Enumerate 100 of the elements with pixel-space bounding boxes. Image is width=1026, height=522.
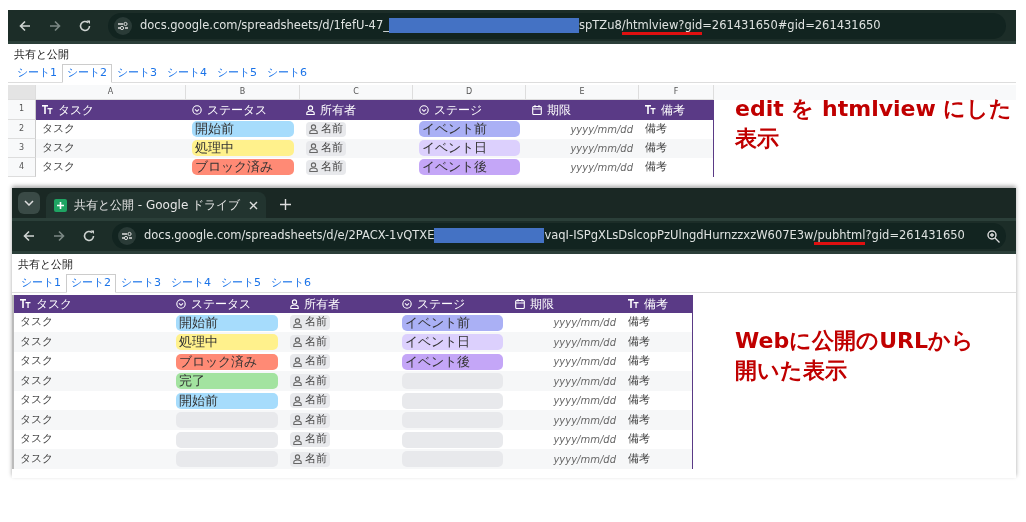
person-icon [309,162,318,173]
url-text: docs.google.com/spreadsheets/d/e/2PACX-1vQTXE vaqI-ISPgXLsDslcopPzUlngdHurnzzxzW607E3w/pubhtml?gid=261431650 [144,227,965,245]
row-number[interactable]: 1 [8,99,36,120]
site-settings-button[interactable] [114,16,132,35]
address-field[interactable]: docs.google.com/spreadsheets/d/e/2PACX-1vQTXE vaqI-ISPgXLsDslcopPzUlngdHurnzzxzW607E3w/pubhtml?gid=261431650 [112,223,1006,249]
table-cell-text: yyyy/mm/dd [552,413,617,428]
table-cell-text: タスク [19,372,54,389]
person-icon [290,298,299,309]
column-letter[interactable]: F [639,84,714,100]
sheet-tab[interactable]: シート2 [62,63,112,83]
reload-icon[interactable] [78,18,92,33]
column-letter[interactable]: D [413,84,526,100]
url-text: docs.google.com/spreadsheets/d/1fefU-47_ spTZu8/htmlview?gid=261431650#gid=261431650 [140,16,881,35]
close-icon[interactable] [249,200,258,210]
sheet-tab[interactable]: シート5 [216,273,266,292]
column-heading: ステージ [417,295,465,313]
table-cell-text: タスク [41,121,76,137]
sheet-tab[interactable]: シート3 [116,273,166,292]
stage-chip: イベント前 [402,314,503,331]
table-cell-text: yyyy/mm/dd [552,316,617,330]
table-cell-text: yyyy/mm/dd [569,160,634,175]
table-cell-text: タスク [19,431,54,448]
table-cell-text: 備考 [627,372,651,389]
owner-name: 名前 [305,353,327,370]
tab-list-button[interactable] [18,192,40,214]
dropdown-icon [192,104,202,115]
stage-chip: イベント日 [419,140,520,157]
text-type-icon [628,299,639,309]
sheet-tab[interactable]: シート1 [12,63,62,82]
table-cell-text: タスク [19,411,54,428]
table-cell-text: yyyy/mm/dd [552,433,617,447]
table-cell-text: タスク [19,353,54,370]
back-icon[interactable] [18,18,32,33]
table-cell-text: タスク [41,140,76,156]
column-heading: タスク [36,295,72,313]
underlined-url-part: /htmlview?gid [621,17,703,35]
person-icon [293,337,302,347]
address-field[interactable]: docs.google.com/spreadsheets/d/1fefU-47_ spTZu8/htmlview?gid=261431650#gid=261431650 [108,12,1006,39]
person-icon [306,104,315,115]
dropdown-icon [402,298,412,309]
status-chip: 開始前 [176,314,278,331]
owner-name: 名前 [321,121,343,137]
annotation-text: edit を htmlview にした 表示 [735,95,1013,153]
sheet-tab[interactable]: シート5 [212,63,262,82]
sheet-tab[interactable]: シート6 [262,63,312,82]
zoom-icon[interactable] [987,229,1000,243]
site-settings-icon[interactable] [117,20,129,31]
document-title: 共有と公開 [13,47,70,62]
sheet-tab[interactable]: シート2 [66,273,116,293]
column-letter[interactable]: A [36,84,186,100]
back-icon[interactable] [22,229,36,243]
stage-chip: イベント後 [419,159,520,176]
table-cell-text: yyyy/mm/dd [552,374,617,389]
table-cell-text: 備考 [627,392,651,409]
column-heading: 所有者 [304,295,340,313]
person-icon [293,415,302,425]
column-letter[interactable]: B [186,84,300,100]
table-cell-text: 備考 [627,314,651,331]
forward-icon[interactable] [52,229,66,243]
sheet-tab[interactable]: シート1 [16,273,66,292]
column-heading: ステータス [207,101,267,119]
status-chip: 処理中 [176,334,278,350]
column-letter[interactable]: C [300,84,413,100]
site-settings-icon[interactable] [121,231,133,241]
table-cell-text: タスク [19,450,54,467]
owner-name: 名前 [305,392,327,409]
forward-icon[interactable] [48,18,62,33]
owner-name: 名前 [305,372,327,389]
status-chip: ブロック済み [176,353,278,370]
document-title: 共有と公開 [17,257,74,272]
stage-chip: イベント前 [419,121,520,138]
sheet-tab[interactable]: シート6 [266,273,316,292]
site-settings-button[interactable] [118,227,136,245]
owner-name: 名前 [305,333,327,350]
new-tab-icon[interactable] [280,199,291,210]
sheet-tab[interactable]: シート4 [166,273,216,292]
person-icon [309,143,318,154]
dropdown-icon [176,298,186,309]
table-cell-text: yyyy/mm/dd [552,355,617,369]
underlined-url-part: /pubhtml [813,228,866,246]
status-chip: ブロック済み [192,159,294,176]
sheet-tab[interactable]: シート4 [162,63,212,82]
owner-name: 名前 [305,431,327,448]
table-cell-text: 備考 [644,121,668,137]
sheet-tab[interactable]: シート3 [112,63,162,82]
text-type-icon [645,105,656,115]
column-heading: 所有者 [320,101,356,119]
column-heading: タスク [58,101,94,119]
reload-icon[interactable] [82,229,96,243]
person-icon [293,376,302,386]
table-cell-text: 備考 [627,333,651,350]
browser-tab[interactable]: 共有と公開 - Google ドライブ [46,192,266,218]
table-cell-text: 備考 [627,411,651,428]
annotation-text: Webに公開のURLから 開いた表示 [735,327,974,385]
column-letter[interactable]: E [526,84,639,100]
status-chip: 処理中 [192,140,294,157]
owner-name: 名前 [305,411,327,428]
table-cell-text: 備考 [627,450,651,467]
stage-chip: イベント後 [402,353,503,370]
column-heading: 備考 [644,295,668,313]
